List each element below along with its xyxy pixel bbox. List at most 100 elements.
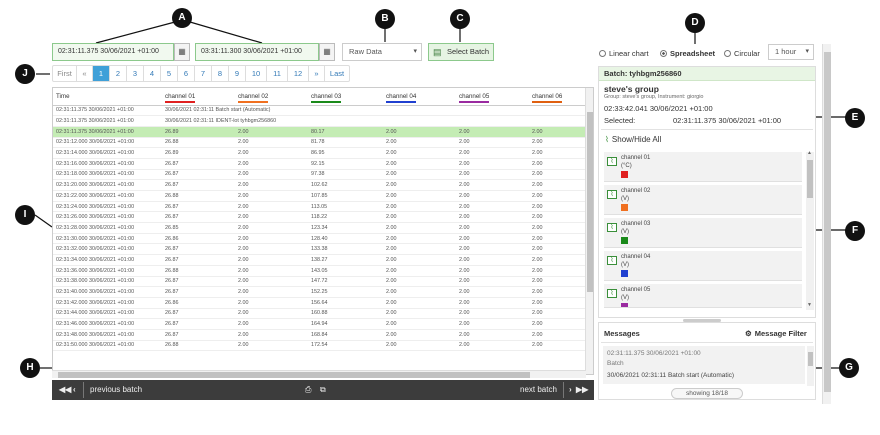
channel-unit: (V) bbox=[621, 196, 629, 202]
page-first[interactable]: First bbox=[53, 66, 77, 81]
chart-line-icon[interactable]: ⌇ bbox=[607, 289, 617, 298]
page-link[interactable]: 6 bbox=[178, 66, 195, 81]
chart-line-icon[interactable]: ⌇ bbox=[607, 190, 617, 199]
next-batch-button[interactable]: next batch bbox=[520, 380, 557, 400]
end-time-field[interactable]: 03:31:11.300 30/06/2021 +01:00 bbox=[195, 43, 319, 61]
radio-circular[interactable]: Circular bbox=[724, 49, 760, 58]
table-row[interactable]: 02:31:50.000 30/06/2021 +01:00 26.88 2.00 1… bbox=[53, 340, 587, 352]
page-link[interactable]: 4 bbox=[144, 66, 161, 81]
first-batch-icon[interactable]: ◀◀ bbox=[59, 380, 71, 400]
channel-card[interactable]: ⌇ channel 05 (V) bbox=[604, 284, 802, 308]
messages-scrollbar[interactable] bbox=[807, 346, 814, 386]
nav-divider bbox=[83, 382, 84, 398]
chart-line-icon[interactable]: ⌇ bbox=[607, 256, 617, 265]
table-cell: 2.00 bbox=[529, 158, 587, 170]
page-link[interactable]: 8 bbox=[212, 66, 229, 81]
table-row[interactable]: 02:31:32.000 30/06/2021 +01:00 26.87 2.00 1… bbox=[53, 243, 587, 256]
page-link[interactable]: 11 bbox=[267, 66, 288, 81]
table-row[interactable]: 02:31:34.000 30/06/2021 +01:00 26.87 2.00 1… bbox=[53, 254, 587, 266]
page-next[interactable]: » bbox=[309, 66, 325, 81]
start-calendar-icon[interactable]: ▦ bbox=[174, 43, 190, 61]
table-cell: 2.00 bbox=[529, 179, 587, 191]
scroll-down-icon[interactable]: ▼ bbox=[807, 302, 812, 308]
chevron-left-icon[interactable]: ‹ bbox=[73, 380, 76, 400]
chart-line-icon[interactable]: ⌇ bbox=[607, 157, 617, 166]
table-row[interactable]: 02:31:24.000 30/06/2021 +01:00 26.87 2.00 1… bbox=[53, 201, 587, 213]
table-note-row[interactable]: 02:31:11.375 30/06/2021 +01:00 30/06/2021… bbox=[53, 115, 587, 127]
table-row[interactable]: 02:31:12.000 30/06/2021 +01:00 26.88 2.00 8… bbox=[53, 137, 587, 149]
last-batch-icon[interactable]: ▶▶ bbox=[576, 380, 588, 400]
table-row[interactable]: 02:31:46.000 30/06/2021 +01:00 26.87 2.00 1… bbox=[53, 318, 587, 330]
table-row[interactable]: 02:31:20.000 30/06/2021 +01:00 26.87 2.00 1… bbox=[53, 179, 587, 191]
print-icon[interactable]: ⎙ bbox=[305, 380, 311, 400]
page-link[interactable]: 3 bbox=[127, 66, 144, 81]
page-link[interactable]: 2 bbox=[110, 66, 127, 81]
scroll-thumb[interactable] bbox=[808, 352, 813, 366]
table-row[interactable]: 02:31:44.000 30/06/2021 +01:00 26.87 2.00 1… bbox=[53, 308, 587, 320]
channel-card[interactable]: ⌇ channel 03 (V) bbox=[604, 218, 802, 248]
page-link[interactable]: 9 bbox=[229, 66, 246, 81]
page-scrollbar[interactable] bbox=[822, 44, 831, 404]
channel-card[interactable]: ⌇ channel 01 (°C) bbox=[604, 152, 802, 182]
channel-list-scrollbar[interactable]: ▲ ▼ bbox=[806, 150, 814, 310]
column-header-channel[interactable]: channel 01 bbox=[162, 88, 235, 106]
callout-h: H bbox=[20, 358, 40, 378]
page-link[interactable]: 12 bbox=[288, 66, 309, 81]
end-calendar-icon[interactable]: ▦ bbox=[319, 43, 335, 61]
table-row[interactable]: 02:31:40.000 30/06/2021 +01:00 26.87 2.00 1… bbox=[53, 286, 587, 298]
table-row[interactable]: 02:31:38.000 30/06/2021 +01:00 26.87 2.00 1… bbox=[53, 276, 587, 288]
scroll-thumb[interactable] bbox=[807, 160, 813, 198]
column-header-time[interactable]: Time bbox=[53, 88, 162, 106]
scroll-thumb[interactable] bbox=[824, 52, 831, 392]
data-mode-select[interactable]: Raw Data ▾ bbox=[342, 43, 422, 61]
page-link[interactable]: 5 bbox=[161, 66, 178, 81]
radio-linear-chart[interactable]: Linear chart bbox=[599, 49, 649, 58]
table-row[interactable]: 02:31:18.000 30/06/2021 +01:00 26.87 2.00 9… bbox=[53, 169, 587, 181]
batch-start-time: 02:33:42.041 30/06/2021 +01:00 bbox=[604, 104, 713, 113]
channel-card[interactable]: ⌇ channel 04 (V) bbox=[604, 251, 802, 281]
radio-spreadsheet[interactable]: Spreadsheet bbox=[660, 49, 715, 58]
range-select[interactable]: 1 hour ▾ bbox=[768, 44, 814, 60]
table-row[interactable]: 02:31:36.000 30/06/2021 +01:00 26.88 2.00 1… bbox=[53, 265, 587, 277]
spreadsheet-table: Time channel 01 channel 02 channel 03 channe… bbox=[52, 87, 594, 375]
table-horizontal-scrollbar[interactable] bbox=[52, 370, 586, 378]
show-hide-all-toggle[interactable]: ⌇ Show/Hide All bbox=[605, 135, 661, 144]
radio-label: Spreadsheet bbox=[670, 49, 716, 58]
table-row[interactable]: 02:31:22.000 30/06/2021 +01:00 26.88 2.00 1… bbox=[53, 190, 587, 202]
table-row[interactable]: 02:31:28.000 30/06/2021 +01:00 26.85 2.00 1… bbox=[53, 222, 587, 234]
scroll-thumb[interactable] bbox=[587, 112, 593, 292]
channel-card[interactable]: ⌇ channel 02 (V) bbox=[604, 185, 802, 215]
chevron-right-icon[interactable]: › bbox=[569, 380, 572, 400]
scroll-up-icon[interactable]: ▲ bbox=[807, 150, 812, 156]
column-header-channel[interactable]: channel 05 bbox=[456, 88, 529, 106]
previous-batch-button[interactable]: previous batch bbox=[90, 380, 142, 400]
page-prev[interactable]: « bbox=[77, 66, 93, 81]
table-row[interactable]: 02:31:14.000 30/06/2021 +01:00 26.89 2.00 8… bbox=[53, 147, 587, 159]
external-link-icon[interactable]: ⧉ bbox=[320, 380, 326, 400]
column-header-channel[interactable]: channel 02 bbox=[235, 88, 308, 106]
message-item[interactable]: 02:31:11.375 30/06/2021 +01:00 Batch 30/… bbox=[603, 346, 805, 384]
scroll-thumb[interactable] bbox=[58, 372, 530, 378]
table-vertical-scrollbar[interactable] bbox=[585, 88, 593, 374]
page-last[interactable]: Last bbox=[325, 66, 349, 81]
column-header-channel[interactable]: channel 03 bbox=[308, 88, 383, 106]
page-link[interactable]: 10 bbox=[246, 66, 267, 81]
table-row[interactable]: 02:31:16.000 30/06/2021 +01:00 26.87 2.00 9… bbox=[53, 158, 587, 170]
message-filter-button[interactable]: ⚙ Message Filter bbox=[745, 329, 807, 338]
chart-line-icon[interactable]: ⌇ bbox=[607, 223, 617, 232]
page-link[interactable]: 1 bbox=[93, 66, 110, 81]
start-time-field[interactable]: 02:31:11.375 30/06/2021 +01:00 bbox=[52, 43, 174, 61]
chevron-down-icon: ▾ bbox=[413, 48, 417, 55]
table-row[interactable]: 02:31:26.000 30/06/2021 +01:00 26.87 2.00 1… bbox=[53, 211, 587, 224]
table-note-row[interactable]: 02:31:11.375 30/06/2021 +01:00 30/06/2021… bbox=[53, 105, 587, 117]
table-row[interactable]: 02:31:11.375 30/06/2021 +01:00 26.89 2.00 8… bbox=[53, 126, 587, 138]
table-cell: 26.88 bbox=[162, 340, 235, 352]
page-link[interactable]: 7 bbox=[195, 66, 212, 81]
table-cell: 2.00 bbox=[235, 276, 308, 288]
select-batch-button[interactable]: ▤ Select Batch bbox=[428, 43, 494, 61]
table-row[interactable]: 02:31:30.000 30/06/2021 +01:00 26.86 2.00 1… bbox=[53, 233, 587, 245]
table-row[interactable]: 02:31:48.000 30/06/2021 +01:00 26.87 2.00 1… bbox=[53, 329, 587, 341]
table-row[interactable]: 02:31:42.000 30/06/2021 +01:00 26.86 2.00 1… bbox=[53, 297, 587, 309]
column-header-channel[interactable]: channel 04 bbox=[383, 88, 456, 106]
column-header-channel[interactable]: channel 06 bbox=[529, 88, 587, 106]
